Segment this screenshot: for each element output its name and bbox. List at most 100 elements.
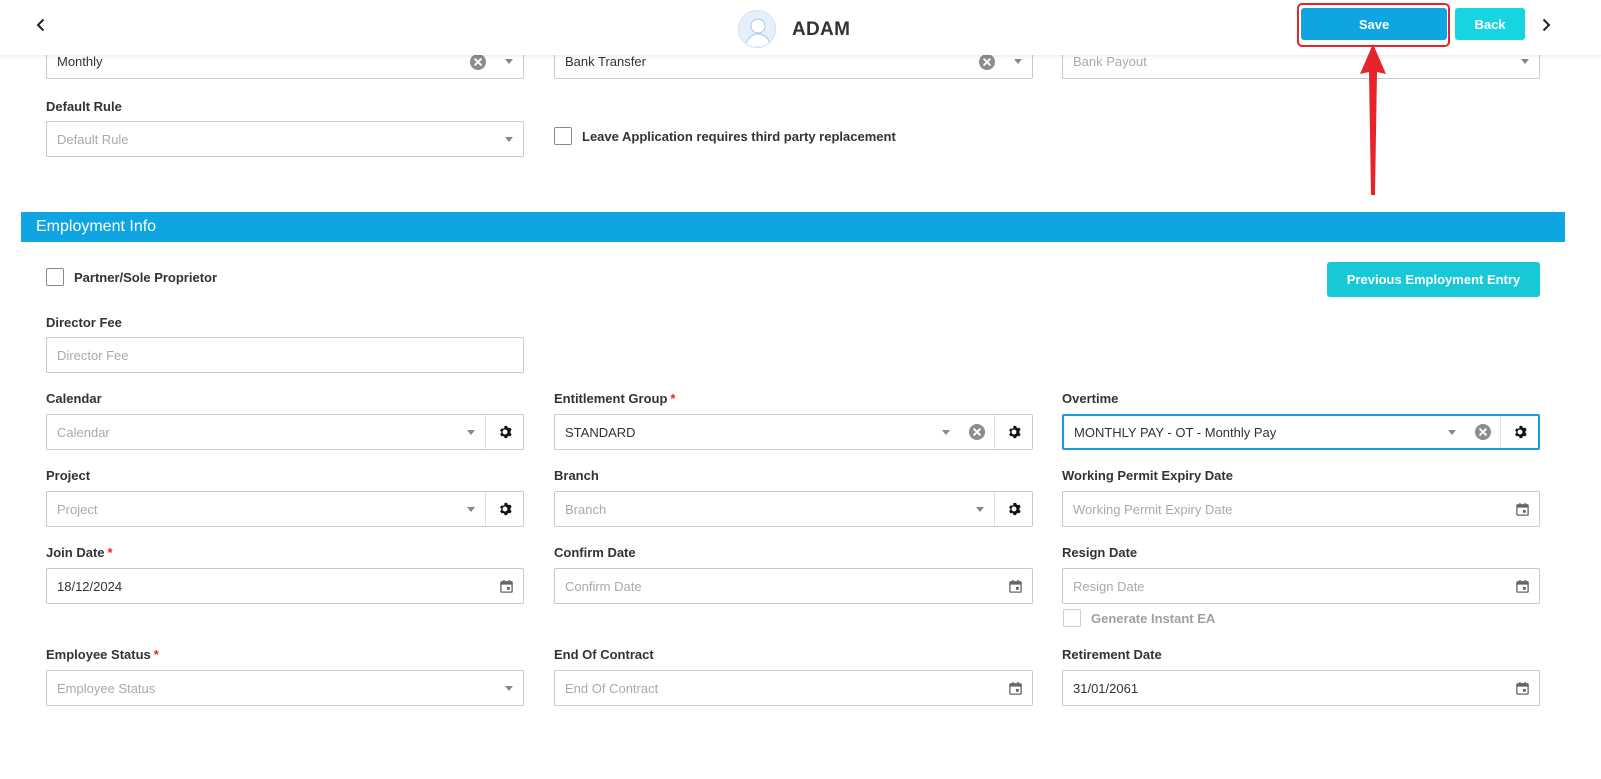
required-marker: * xyxy=(153,647,159,662)
director-fee-input[interactable]: Director Fee xyxy=(46,337,524,373)
avatar xyxy=(738,10,776,48)
confirm-date-placeholder: Confirm Date xyxy=(565,578,642,594)
project-select[interactable]: Project xyxy=(46,491,524,527)
caret-down-icon xyxy=(505,685,513,691)
working-permit-date-picker-button[interactable] xyxy=(1505,492,1539,526)
resign-date-picker-button[interactable] xyxy=(1505,569,1539,603)
caret-down-icon xyxy=(467,429,475,435)
required-marker: * xyxy=(670,391,676,406)
gear-icon xyxy=(1008,425,1021,439)
chevron-right-icon xyxy=(1542,18,1551,32)
entitlement-group-value: STANDARD xyxy=(565,424,636,440)
retirement-date-label: Retirement Date xyxy=(1062,647,1162,662)
director-fee-placeholder: Director Fee xyxy=(57,347,129,363)
default-rule-select[interactable]: Default Rule xyxy=(46,121,524,157)
calendar-label: Calendar xyxy=(46,391,102,406)
default-rule-label: Default Rule xyxy=(46,99,122,114)
employee-status-label-text: Employee Status xyxy=(46,647,151,662)
partner-sole-proprietor-checkbox[interactable] xyxy=(46,268,64,286)
overtime-settings-button[interactable] xyxy=(1500,416,1538,448)
working-permit-expiry-placeholder: Working Permit Expiry Date xyxy=(1073,501,1233,517)
back-button[interactable]: Back xyxy=(1455,8,1525,40)
entitlement-group-label: Entitlement Group * xyxy=(554,391,675,406)
calendar-placeholder: Calendar xyxy=(57,424,110,440)
entitlement-group-label-text: Entitlement Group xyxy=(554,391,668,406)
default-rule-dropdown-toggle[interactable] xyxy=(495,122,523,156)
clear-icon xyxy=(1475,424,1491,440)
retirement-date-picker-button[interactable] xyxy=(1505,671,1539,705)
join-date-label-text: Join Date xyxy=(46,545,105,560)
previous-record-button[interactable] xyxy=(29,13,53,37)
calendar-icon xyxy=(1515,579,1529,593)
clear-entitlement-group-button[interactable] xyxy=(960,415,994,449)
clear-icon xyxy=(470,53,486,70)
caret-down-icon xyxy=(942,429,950,435)
gear-icon xyxy=(1514,425,1527,439)
calendar-icon xyxy=(1515,502,1529,516)
employment-info-section-header: Employment Info xyxy=(21,212,1565,242)
project-placeholder: Project xyxy=(57,501,98,517)
calendar-icon xyxy=(1008,579,1022,593)
default-rule-placeholder: Default Rule xyxy=(57,131,129,147)
clear-overtime-button[interactable] xyxy=(1466,416,1500,448)
section-title: Employment Info xyxy=(36,218,157,235)
save-button[interactable]: Save xyxy=(1301,8,1447,40)
employee-status-select[interactable]: Employee Status xyxy=(46,670,524,706)
employee-name: ADAM xyxy=(792,19,851,40)
branch-settings-button[interactable] xyxy=(994,492,1032,526)
user-silhouette-icon xyxy=(744,18,772,47)
caret-down-icon xyxy=(1448,429,1456,435)
retirement-date-value: 31/01/2061 xyxy=(1073,680,1139,696)
calendar-settings-button[interactable] xyxy=(485,415,523,449)
bank-payout-placeholder: Bank Payout xyxy=(1073,54,1147,69)
working-permit-expiry-input[interactable]: Working Permit Expiry Date xyxy=(1062,491,1540,527)
caret-down-icon xyxy=(976,506,984,512)
end-of-contract-label: End Of Contract xyxy=(554,647,654,662)
branch-dropdown-toggle[interactable] xyxy=(966,492,994,526)
end-of-contract-placeholder: End Of Contract xyxy=(565,680,659,696)
entitlement-group-settings-button[interactable] xyxy=(994,415,1032,449)
employee-status-dropdown-toggle[interactable] xyxy=(495,671,523,705)
branch-select[interactable]: Branch xyxy=(554,491,1033,527)
project-dropdown-toggle[interactable] xyxy=(457,492,485,526)
resign-date-label: Resign Date xyxy=(1062,545,1138,560)
overtime-value: MONTHLY PAY - OT - Monthly Pay xyxy=(1074,424,1277,440)
end-of-contract-input[interactable]: End Of Contract xyxy=(554,670,1033,706)
confirm-date-input[interactable]: Confirm Date xyxy=(554,568,1033,604)
calendar-select[interactable]: Calendar xyxy=(46,414,524,450)
calendar-icon xyxy=(499,579,513,593)
leave-third-party-checkbox[interactable] xyxy=(554,127,572,145)
clear-icon xyxy=(969,424,985,440)
confirm-date-label: Confirm Date xyxy=(554,545,636,560)
end-of-contract-date-picker-button[interactable] xyxy=(998,671,1032,705)
confirm-date-picker-button[interactable] xyxy=(998,569,1032,603)
entitlement-group-dropdown-toggle[interactable] xyxy=(932,415,960,449)
branch-placeholder: Branch xyxy=(565,501,607,517)
employee-status-label: Employee Status * xyxy=(46,647,159,662)
join-date-input[interactable]: 18/12/2024 xyxy=(46,568,524,604)
project-label: Project xyxy=(46,468,91,483)
project-settings-button[interactable] xyxy=(485,492,523,526)
resign-date-input[interactable]: Resign Date xyxy=(1062,568,1540,604)
calendar-dropdown-toggle[interactable] xyxy=(457,415,485,449)
caret-down-icon xyxy=(505,136,513,142)
overtime-dropdown-toggle[interactable] xyxy=(1438,416,1466,448)
join-date-picker-button[interactable] xyxy=(489,569,523,603)
caret-down-icon xyxy=(505,59,513,64)
calendar-icon xyxy=(1008,681,1022,695)
resign-date-placeholder: Resign Date xyxy=(1073,578,1145,594)
retirement-date-input[interactable]: 31/01/2061 xyxy=(1062,670,1540,706)
generate-instant-ea-checkbox[interactable] xyxy=(1063,609,1081,627)
calendar-icon xyxy=(1515,681,1529,695)
employee-status-placeholder: Employee Status xyxy=(57,680,156,696)
overtime-select[interactable]: MONTHLY PAY - OT - Monthly Pay xyxy=(1062,414,1540,450)
caret-down-icon xyxy=(1014,59,1022,64)
entitlement-group-select[interactable]: STANDARD xyxy=(554,414,1033,450)
caret-down-icon xyxy=(1521,59,1529,64)
join-date-label: Join Date * xyxy=(46,545,113,560)
top-bar: ADAM Save Back xyxy=(0,0,1601,55)
branch-label: Branch xyxy=(554,468,599,483)
previous-employment-entry-button[interactable]: Previous Employment Entry xyxy=(1327,262,1540,297)
gear-icon xyxy=(1008,502,1021,516)
next-record-button[interactable] xyxy=(1534,13,1558,37)
